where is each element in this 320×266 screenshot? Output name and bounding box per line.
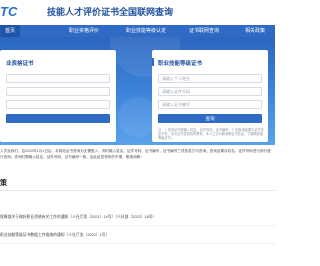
nav-item-home[interactable]: 首页 [0,25,20,37]
query-notice: 人员及我们，自2020年1月1日后，本网站证书查询为无需登入，同时输入姓名、证件… [0,148,275,160]
card-title: 业资格证书 [6,61,34,67]
document-link[interactable]: 保障部关于做好职业资格有关工作的通知（人社厅发〔2021〕14号）（人社部〔20… [0,215,156,220]
card-title: 职业技能等级证书 [158,61,203,67]
nav-item-certificate-query[interactable]: 证书联网查询 [180,25,228,37]
notice-line: 行查询；查询时需输入姓名、证件号码、证书编号一致，由此给您带来的不便，敬请谅解！ [0,155,144,159]
site-header: TC 技能人才评价证书全国联网查询 [0,0,275,25]
document-link[interactable]: 职业技能等级证书数据工作指南的通知（人社厅发〔2022〕1号） [0,233,109,238]
certificate-number-input[interactable] [6,100,110,109]
certificate-number-input[interactable] [158,100,262,109]
id-number-input[interactable] [6,87,110,96]
card-title-bar [152,58,154,66]
skill-level-certificate-card: 职业技能等级证书 查询 注：1. 查询证书需输入姓名、证件号码、证书编号；2. … [152,50,268,142]
nav-item-qualification-evaluation[interactable]: 职业资格评价 [54,25,114,37]
name-input[interactable] [158,74,262,83]
site-logo[interactable]: TC [0,5,17,19]
section-title: 策 [0,180,7,187]
id-number-input[interactable] [158,87,262,96]
list-item[interactable]: 职业技能等级证书数据工作指南的通知（人社厅发〔2022〕1号） [0,228,275,244]
nav-item-skill-level-certification[interactable]: 职业技能等级认定 [118,25,174,37]
main-nav: 首页 职业资格评价 职业技能等级认定 证书联网查询 相关政策 [0,25,275,37]
policy-section-header: 策 [0,178,275,191]
section-divider [0,190,275,191]
nav-item-related-policy[interactable]: 相关政策 [235,25,275,37]
query-banner: 业资格证书 职业技能等级证书 查询 注：1. 查询证书需输入姓名、证件号码、证书… [0,37,275,145]
card-note: 注：1. 查询证书需输入姓名、证件号码、证书编号；2. 如查询结果与证书信息不符… [158,128,264,141]
qualification-certificate-card: 业资格证书 [0,50,116,142]
site-title: 技能人才评价证书全国联网查询 [47,7,174,17]
list-item[interactable]: 保障部关于做好职业资格有关工作的通知（人社厅发〔2021〕14号）（人社部〔20… [0,210,275,226]
query-button[interactable]: 查询 [158,114,262,123]
name-input[interactable] [6,74,110,83]
query-button[interactable] [6,114,110,123]
